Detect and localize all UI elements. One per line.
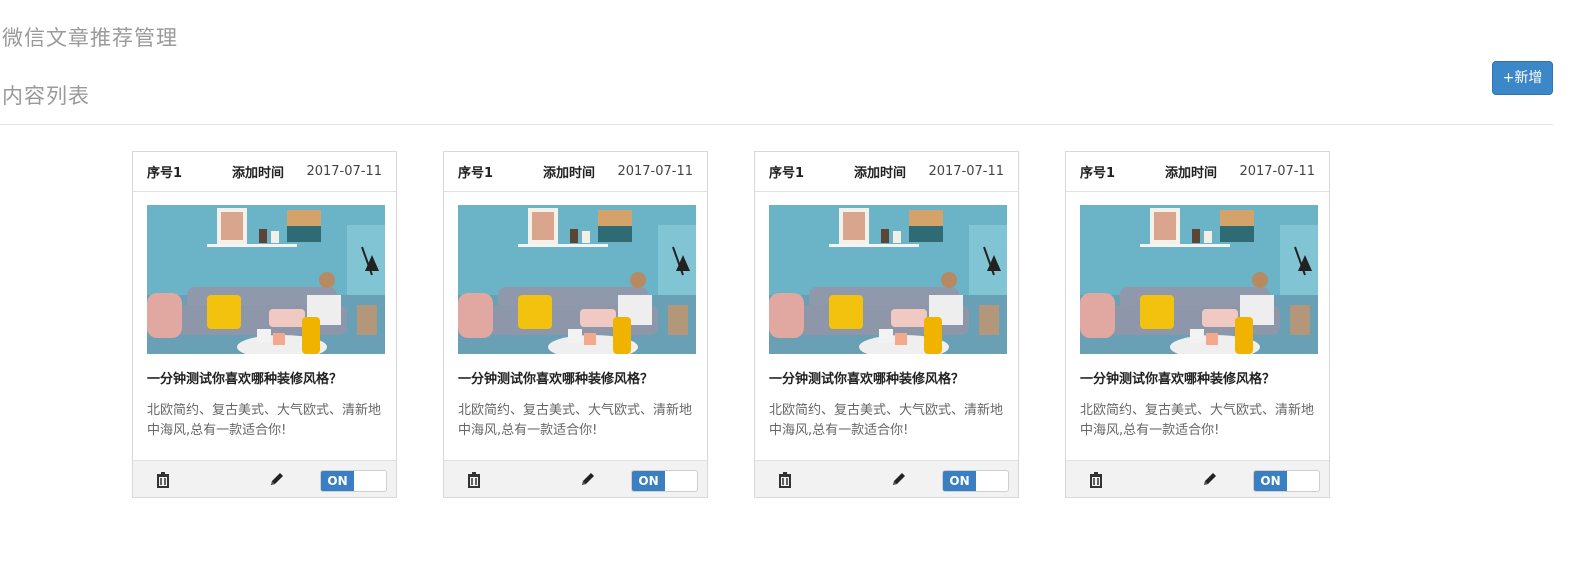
card-title[interactable]: 一分钟测试你喜欢哪种装修风格？ [147, 368, 342, 387]
status-toggle[interactable]: ON [320, 470, 387, 492]
card-serial: 序号1 [458, 166, 494, 181]
pencil-icon[interactable] [1201, 470, 1219, 488]
card-serial: 序号1 [147, 166, 183, 181]
article-card: 序号1 添加时间 2017-07-11 一分钟测试你喜欢哪种装修风格？ 北欧简约… [132, 151, 397, 498]
card-date: 2017-07-11 [928, 164, 1004, 179]
card-description: 北欧简约、复古美式、大气欧式、清新地中海风,总有一款适合你! [458, 403, 693, 438]
card-date: 2017-07-11 [306, 164, 382, 179]
card-list: 序号1 添加时间 2017-07-11 一分钟测试你喜欢哪种装修风格？ 北欧简约… [132, 151, 1330, 498]
toggle-on-label: ON [321, 471, 354, 491]
card-title[interactable]: 一分钟测试你喜欢哪种装修风格？ [1080, 368, 1275, 387]
status-toggle[interactable]: ON [631, 470, 698, 492]
card-title[interactable]: 一分钟测试你喜欢哪种装修风格？ [458, 368, 653, 387]
card-image [458, 205, 696, 354]
card-image [769, 205, 1007, 354]
toggle-on-label: ON [1254, 471, 1287, 491]
card-image [1080, 205, 1318, 354]
card-description: 北欧简约、复古美式、大气欧式、清新地中海风,总有一款适合你! [147, 403, 382, 438]
card-header: 序号1 添加时间 2017-07-11 [133, 152, 396, 192]
card-serial: 序号1 [1080, 166, 1116, 181]
card-description: 北欧简约、复古美式、大气欧式、清新地中海风,总有一款适合你! [1080, 403, 1315, 438]
card-footer: ON [1066, 460, 1329, 497]
card-footer: ON [133, 460, 396, 497]
card-header: 序号1 添加时间 2017-07-11 [1066, 152, 1329, 192]
card-header: 序号1 添加时间 2017-07-11 [444, 152, 707, 192]
card-header: 序号1 添加时间 2017-07-11 [755, 152, 1018, 192]
article-card: 序号1 添加时间 2017-07-11 一分钟测试你喜欢哪种装修风格？ 北欧简约… [1065, 151, 1330, 498]
divider [0, 124, 1553, 125]
trash-icon[interactable] [776, 470, 794, 488]
card-added-label: 添加时间 [543, 166, 596, 181]
toggle-on-label: ON [632, 471, 665, 491]
article-card: 序号1 添加时间 2017-07-11 一分钟测试你喜欢哪种装修风格？ 北欧简约… [443, 151, 708, 498]
card-added-label: 添加时间 [232, 166, 285, 181]
card-date: 2017-07-11 [1239, 164, 1315, 179]
card-added-label: 添加时间 [854, 166, 907, 181]
add-button[interactable]: +新增 [1492, 61, 1553, 95]
card-footer: ON [755, 460, 1018, 497]
trash-icon[interactable] [1087, 470, 1105, 488]
article-card: 序号1 添加时间 2017-07-11 一分钟测试你喜欢哪种装修风格？ 北欧简约… [754, 151, 1019, 498]
page-title: 微信文章推荐管理 [2, 26, 178, 50]
card-image [147, 205, 385, 354]
card-added-label: 添加时间 [1165, 166, 1218, 181]
toggle-on-label: ON [943, 471, 976, 491]
card-title[interactable]: 一分钟测试你喜欢哪种装修风格？ [769, 368, 964, 387]
card-footer: ON [444, 460, 707, 497]
trash-icon[interactable] [154, 470, 172, 488]
card-serial: 序号1 [769, 166, 805, 181]
card-date: 2017-07-11 [617, 164, 693, 179]
status-toggle[interactable]: ON [942, 470, 1009, 492]
pencil-icon[interactable] [579, 470, 597, 488]
pencil-icon[interactable] [268, 470, 286, 488]
pencil-icon[interactable] [890, 470, 908, 488]
section-title: 内容列表 [2, 84, 90, 108]
status-toggle[interactable]: ON [1253, 470, 1320, 492]
trash-icon[interactable] [465, 470, 483, 488]
card-description: 北欧简约、复古美式、大气欧式、清新地中海风,总有一款适合你! [769, 403, 1004, 438]
